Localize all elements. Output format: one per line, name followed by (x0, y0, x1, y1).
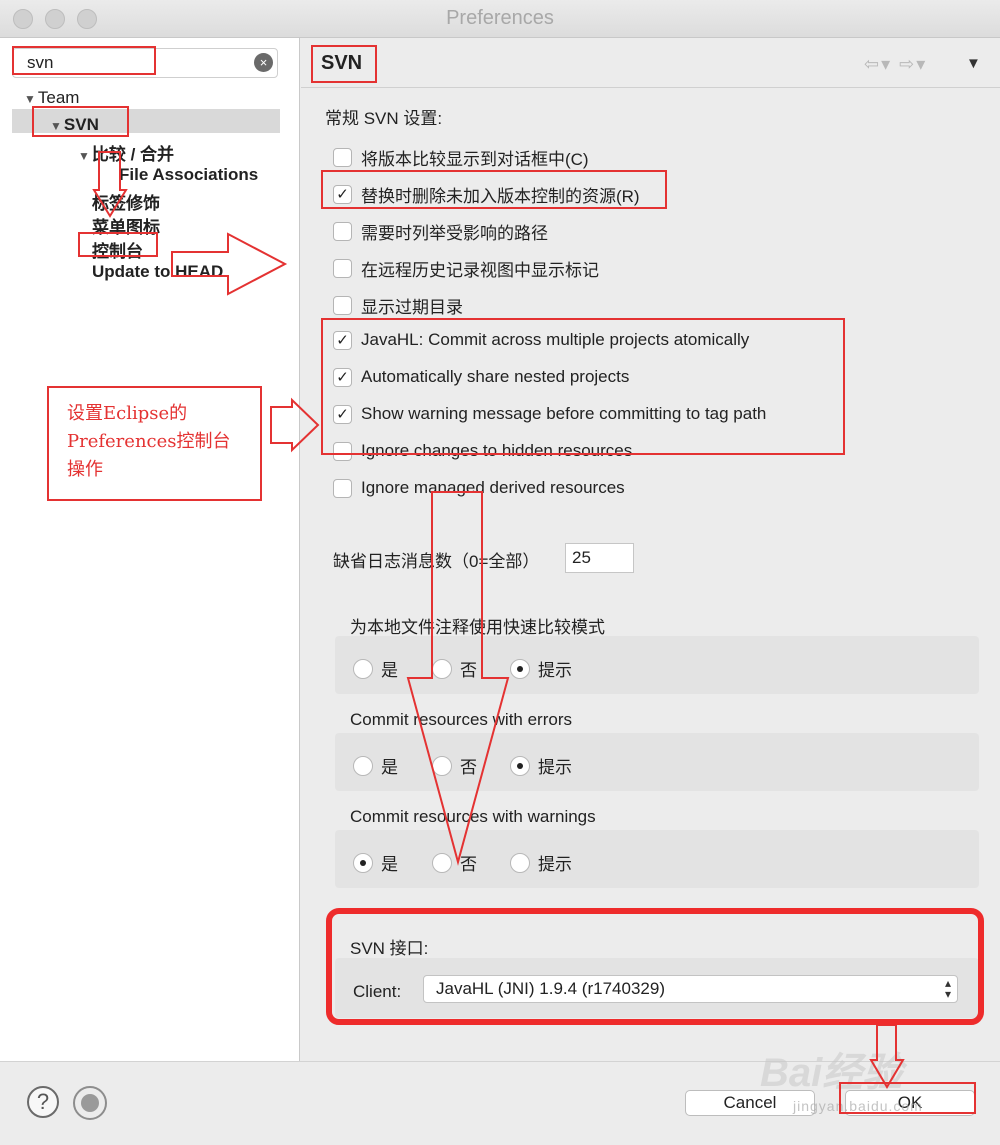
tree-item-label-decorations[interactable]: 标签修饰 (92, 189, 160, 214)
radio-dot[interactable] (353, 658, 373, 679)
record-macro-icon[interactable] (73, 1086, 107, 1120)
quick-diff-group-label: 为本地文件注释使用快速比较模式 (350, 618, 605, 637)
baidu-watermark: Bai经验 (760, 1051, 903, 1095)
baidu-watermark-url: jingyan.baidu.com (793, 1098, 923, 1114)
checkbox-box[interactable]: ✓ (333, 185, 352, 204)
tree-item-update-to-head[interactable]: Update to HEAD (92, 262, 223, 282)
tree-item-svn[interactable]: ▼ SVN (50, 115, 99, 135)
title-bar: Preferences (0, 0, 1000, 38)
radio-dot[interactable] (510, 852, 530, 873)
expanded-triangle-icon[interactable]: ▼ (78, 149, 90, 163)
checkbox-box[interactable]: ✓ (333, 404, 352, 424)
tree-item-file-associations[interactable]: File Associations (119, 165, 258, 185)
radio-dot[interactable] (432, 658, 452, 679)
radio-errors-yes[interactable]: 是 (353, 753, 398, 778)
tree-item-compare-merge[interactable]: ▼ 比较 / 合并 (78, 140, 174, 165)
radio-quick-diff-prompt[interactable]: 提示 (510, 656, 572, 681)
checkbox-share-nested-projects[interactable]: ✓ Automatically share nested projects (333, 367, 629, 387)
view-menu-icon[interactable]: ▼ (966, 55, 981, 72)
radio-errors-no[interactable]: 否 (432, 753, 477, 778)
expanded-triangle-icon[interactable]: ▼ (24, 92, 36, 106)
log-count-input[interactable]: 25 (565, 543, 634, 573)
checkbox-warn-tag-commit[interactable]: ✓ Show warning message before committing … (333, 404, 766, 424)
checkbox-box[interactable]: ✓ (333, 367, 352, 387)
checkbox-javahl-atomic-commit[interactable]: ✓ JavaHL: Commit across multiple projects… (333, 330, 749, 350)
tree-item-menu-icons[interactable]: 菜单图标 (92, 213, 160, 238)
radio-dot[interactable] (353, 852, 373, 873)
tree-item-console[interactable]: 控制台 (92, 237, 143, 262)
checkbox-box[interactable] (333, 148, 352, 167)
filter-input[interactable]: svn (12, 48, 278, 78)
checkbox-delete-unversioned[interactable]: ✓ 替换时删除未加入版本控制的资源(R) (333, 182, 640, 207)
page-title: SVN (321, 52, 363, 74)
radio-dot[interactable] (510, 658, 530, 679)
radio-quick-diff-yes[interactable]: 是 (353, 656, 398, 681)
radio-dot[interactable] (510, 755, 530, 776)
radio-errors-prompt[interactable]: 提示 (510, 753, 572, 778)
checkbox-box[interactable] (333, 259, 352, 278)
expanded-triangle-icon[interactable]: ▼ (50, 119, 62, 133)
client-label: Client: (353, 982, 402, 1001)
checkbox-show-compare-dialog[interactable]: 将版本比较显示到对话框中(C) (333, 145, 589, 170)
checkbox-box[interactable] (333, 222, 352, 241)
commit-warnings-group-label: Commit resources with warnings (350, 807, 596, 826)
radio-dot[interactable] (432, 755, 452, 776)
tree-item-team[interactable]: ▼ Team (24, 88, 79, 108)
preference-page: SVN ⇦▾ ⇨▾ ▼ 常规 SVN 设置: 将版本比较显示到对话框中(C) ✓… (301, 38, 1000, 1061)
radio-warnings-no[interactable]: 否 (432, 850, 477, 875)
checkbox-ignore-hidden-resources[interactable]: Ignore changes to hidden resources (333, 441, 632, 461)
checkbox-show-outgoing-folders[interactable]: 显示过期目录 (333, 293, 463, 318)
clear-filter-icon[interactable]: × (254, 53, 273, 72)
radio-dot[interactable] (353, 755, 373, 776)
select-arrows-icon: ▴ ▾ (944, 976, 951, 1001)
radio-dot[interactable] (432, 852, 452, 873)
checkbox-show-tags-remote-history[interactable]: 在远程历史记录视图中显示标记 (333, 256, 599, 281)
window-title: Preferences (446, 7, 554, 29)
log-count-label: 缺省日志消息数（0=全部） (333, 552, 540, 571)
radio-warnings-prompt[interactable]: 提示 (510, 850, 572, 875)
checkbox-box[interactable]: ✓ (333, 330, 352, 350)
checkbox-box[interactable] (333, 296, 352, 315)
checkbox-ignore-derived-resources[interactable]: Ignore managed derived resources (333, 478, 625, 498)
preferences-sidebar: svn × ▼ Team ▼ SVN ▼ 比较 / 合并 File Associati… (0, 38, 300, 1061)
checkbox-list-affected-paths[interactable]: 需要时列举受影响的路径 (333, 219, 548, 244)
annotation-note: 设置Eclipse的 Preferences控制台 操作 (47, 386, 262, 501)
client-select[interactable]: JavaHL (JNI) 1.9.4 (r1740329) ▴ ▾ (423, 975, 958, 1003)
general-settings-label: 常规 SVN 设置: (325, 109, 443, 128)
svn-interface-label: SVN 接口: (350, 939, 429, 958)
header-divider (301, 87, 1000, 88)
back-forward-icon[interactable]: ⇦▾ ⇨▾ (864, 54, 927, 75)
help-button[interactable]: ? (27, 1086, 59, 1118)
checkbox-box[interactable] (333, 478, 352, 498)
checkbox-box[interactable] (333, 441, 352, 461)
commit-errors-group-label: Commit resources with errors (350, 710, 572, 729)
radio-quick-diff-no[interactable]: 否 (432, 656, 477, 681)
radio-warnings-yes[interactable]: 是 (353, 850, 398, 875)
